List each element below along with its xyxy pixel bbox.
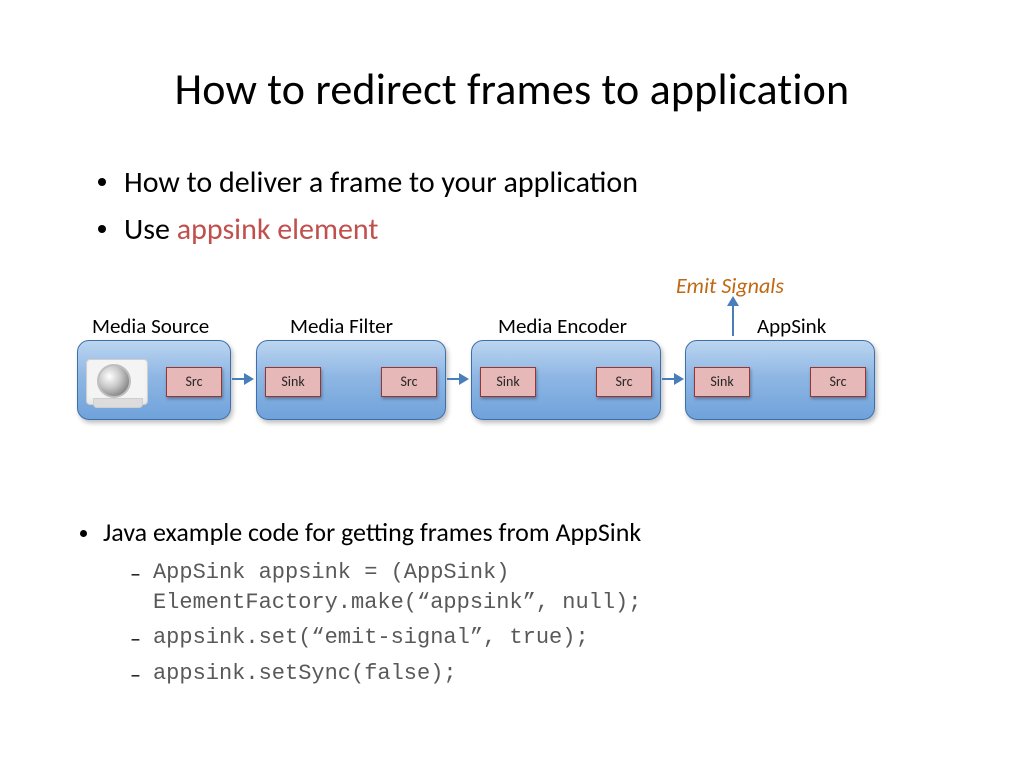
bottom-bullet-list: Java example code for getting frames fro… <box>80 516 960 695</box>
bullet-item: How to deliver a frame to your applicati… <box>98 160 638 207</box>
pipeline-node-media-source: Src <box>77 340 231 420</box>
bullet-item: Java example code for getting frames fro… <box>80 516 960 548</box>
bullet-text-accent: appsink element <box>177 211 379 248</box>
bullet-text: Java example code for getting frames fro… <box>103 516 641 548</box>
camera-icon <box>86 359 148 405</box>
bullet-text: How to deliver a frame to your applicati… <box>124 160 638 207</box>
bullet-dot-icon <box>80 530 87 537</box>
code-item: – AppSink appsink = (AppSink) ElementFac… <box>130 558 960 617</box>
arrow-right-icon <box>662 378 682 380</box>
pad-src: Src <box>596 367 652 397</box>
pad-src: Src <box>810 367 866 397</box>
code-sublist: – AppSink appsink = (AppSink) ElementFac… <box>130 558 960 689</box>
slide: How to redirect frames to application Ho… <box>0 0 1024 768</box>
pipeline-diagram: Src Sink Src Sink Src Sink Src <box>77 340 957 430</box>
dash-icon: – <box>130 625 141 652</box>
emit-signals-label: Emit Signals <box>676 272 784 299</box>
pad-sink: Sink <box>694 367 750 397</box>
code-text: AppSink appsink = (AppSink) ElementFacto… <box>153 558 641 617</box>
arrow-right-icon <box>447 378 467 380</box>
pipeline-node-media-encoder: Sink Src <box>471 340 661 420</box>
pad-src: Src <box>381 367 437 397</box>
pipeline-node-appsink: Sink Src <box>685 340 875 420</box>
arrow-right-icon <box>232 378 252 380</box>
code-text: appsink.setSync(false); <box>153 659 457 689</box>
code-item: – appsink.set(“emit-signal”, true); <box>130 623 960 653</box>
bullet-item: Use appsink element <box>98 207 638 254</box>
pipeline-label-media-encoder: Media Encoder <box>498 313 627 339</box>
pad-sink: Sink <box>480 367 536 397</box>
dash-icon: – <box>130 661 141 688</box>
dash-icon: – <box>130 560 141 587</box>
bullet-text: Use appsink element <box>124 207 378 254</box>
slide-title: How to redirect frames to application <box>0 62 1024 116</box>
code-item: – appsink.setSync(false); <box>130 659 960 689</box>
pipeline-label-media-filter: Media Filter <box>290 313 393 339</box>
pipeline-label-media-source: Media Source <box>92 313 209 339</box>
bullet-text-prefix: Use <box>124 211 177 248</box>
bullet-dot-icon <box>98 225 106 233</box>
top-bullet-list: How to deliver a frame to your applicati… <box>98 160 638 253</box>
pipeline-label-appsink: AppSink <box>757 313 826 339</box>
bullet-dot-icon <box>98 178 106 186</box>
pipeline-node-media-filter: Sink Src <box>256 340 446 420</box>
pad-sink: Sink <box>265 367 321 397</box>
code-text: appsink.set(“emit-signal”, true); <box>153 623 589 653</box>
arrow-up-icon <box>732 298 734 336</box>
pad-src: Src <box>166 367 222 397</box>
